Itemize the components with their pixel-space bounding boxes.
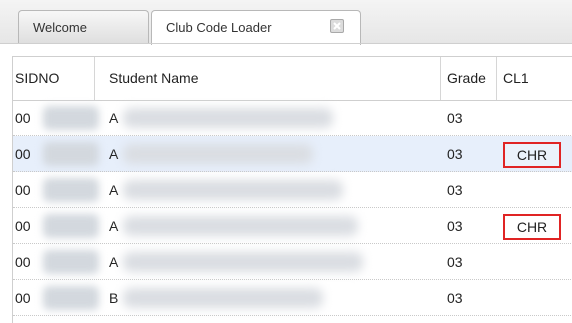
redacted-name [123,252,363,272]
cell-cl1-highlighted[interactable]: CHR [503,142,561,168]
cell-cl1-highlighted[interactable]: CHR [503,214,561,240]
table-row[interactable]: 00 B 03 [13,280,572,316]
redacted-name [123,288,323,308]
cell-grade: 03 [447,146,463,162]
table-row[interactable]: 00 A 03 [13,172,572,208]
cell-sidno: 00 [15,110,31,126]
cell-grade: 03 [447,218,463,234]
cell-student-name: A [109,218,119,234]
redacted-name [123,180,343,200]
cell-grade: 03 [447,110,463,126]
cell-sidno: 00 [15,218,31,234]
cell-student-name: B [109,290,119,306]
tab-welcome[interactable]: Welcome [18,10,149,44]
column-header-sidno[interactable]: SIDNO [13,57,95,100]
tab-bar-divider [0,43,572,44]
column-header-student-name[interactable]: Student Name [95,57,441,100]
redacted-id [43,178,99,202]
cell-student-name: A [109,110,119,126]
cell-student-name: A [109,182,119,198]
table-row[interactable]: 00 A 03 [13,100,572,136]
redacted-id [43,142,99,166]
cell-sidno: 00 [15,146,31,162]
redacted-id [43,286,99,310]
redacted-name [123,144,313,164]
cell-student-name: A [109,146,119,162]
table-row[interactable]: 00 A 03 CHR [13,208,572,244]
cell-sidno: 00 [15,182,31,198]
column-header-grade[interactable]: Grade [441,57,497,100]
cell-grade: 03 [447,182,463,198]
cell-grade: 03 [447,254,463,270]
redacted-id [43,106,99,130]
redacted-name [123,216,358,236]
club-code-grid: SIDNO Student Name Grade CL1 00 A 03 00 … [12,56,572,323]
tab-bar: Welcome Club Code Loader [0,0,572,45]
table-row[interactable]: 00 A 03 CHR [13,136,572,172]
table-row[interactable]: 00 A 03 [13,244,572,280]
tab-close-icon[interactable] [330,19,344,33]
column-header-cl1[interactable]: CL1 [497,57,572,100]
cell-grade: 03 [447,290,463,306]
redacted-id [43,214,99,238]
cell-sidno: 00 [15,290,31,306]
cell-student-name: A [109,254,119,270]
grid-header: SIDNO Student Name Grade CL1 [13,57,572,101]
redacted-id [43,250,99,274]
cell-sidno: 00 [15,254,31,270]
redacted-name [123,108,333,128]
